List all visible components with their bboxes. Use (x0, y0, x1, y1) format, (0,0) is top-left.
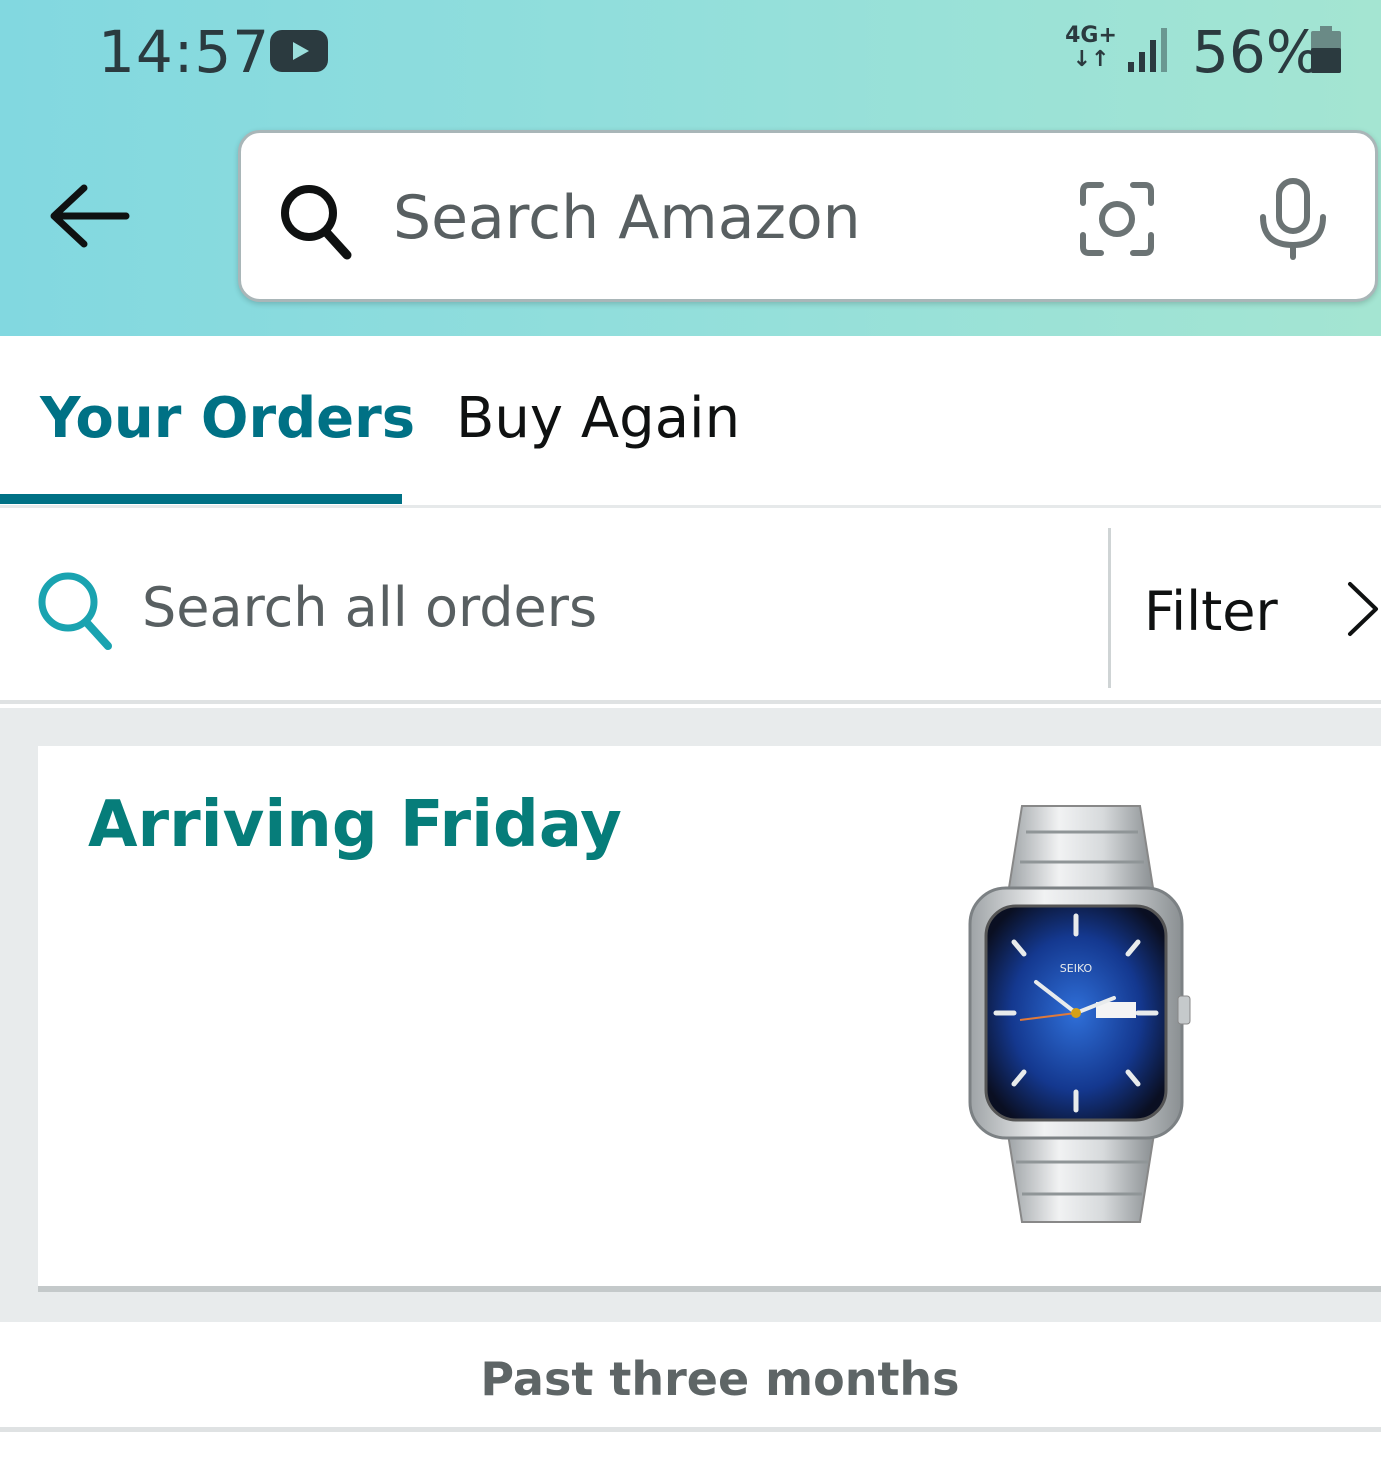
youtube-icon (270, 30, 328, 72)
section-title: Past three months (480, 1352, 960, 1406)
status-bar: 14:57 4G+ ↓↑ 56% (0, 0, 1381, 110)
tab-your-orders[interactable]: Your Orders (40, 386, 415, 451)
filter-label: Filter (1144, 580, 1278, 643)
data-arrows-icon: ↓↑ (1072, 47, 1110, 72)
divider (1108, 528, 1111, 688)
search-input[interactable] (393, 173, 1043, 263)
status-time: 14:57 (98, 18, 271, 86)
battery-icon (1311, 26, 1341, 73)
product-image[interactable]: SEIKO (964, 802, 1194, 1226)
delivery-status: Arriving Friday (88, 788, 622, 862)
orders-list: Arriving Friday SEIKO (0, 708, 1381, 1322)
section-header: Past three months (0, 1322, 1381, 1432)
chevron-right-icon (1348, 582, 1378, 636)
network-label: 4G+ (1065, 23, 1117, 48)
app-header: 14:57 4G+ ↓↑ 56% (0, 0, 1381, 336)
back-arrow-icon[interactable] (46, 180, 130, 252)
active-tab-indicator (0, 494, 402, 504)
search-icon (38, 572, 112, 650)
network-type: 4G+ ↓↑ (1064, 24, 1118, 72)
camera-icon[interactable] (1079, 181, 1155, 257)
order-search-row: Filter (0, 508, 1381, 704)
search-orders-input[interactable] (142, 562, 1072, 652)
svg-text:SEIKO: SEIKO (1060, 962, 1093, 975)
mic-icon[interactable] (1257, 177, 1329, 261)
filter-button[interactable]: Filter (1112, 528, 1381, 688)
tab-buy-again[interactable]: Buy Again (456, 386, 740, 451)
search-bar[interactable] (238, 130, 1378, 302)
battery-percent: 56% (1192, 18, 1321, 86)
search-icon (281, 185, 352, 260)
signal-icon (1128, 28, 1167, 72)
order-card[interactable]: Arriving Friday SEIKO (38, 746, 1381, 1292)
orders-tabs: Your Orders Buy Again (0, 336, 1381, 508)
